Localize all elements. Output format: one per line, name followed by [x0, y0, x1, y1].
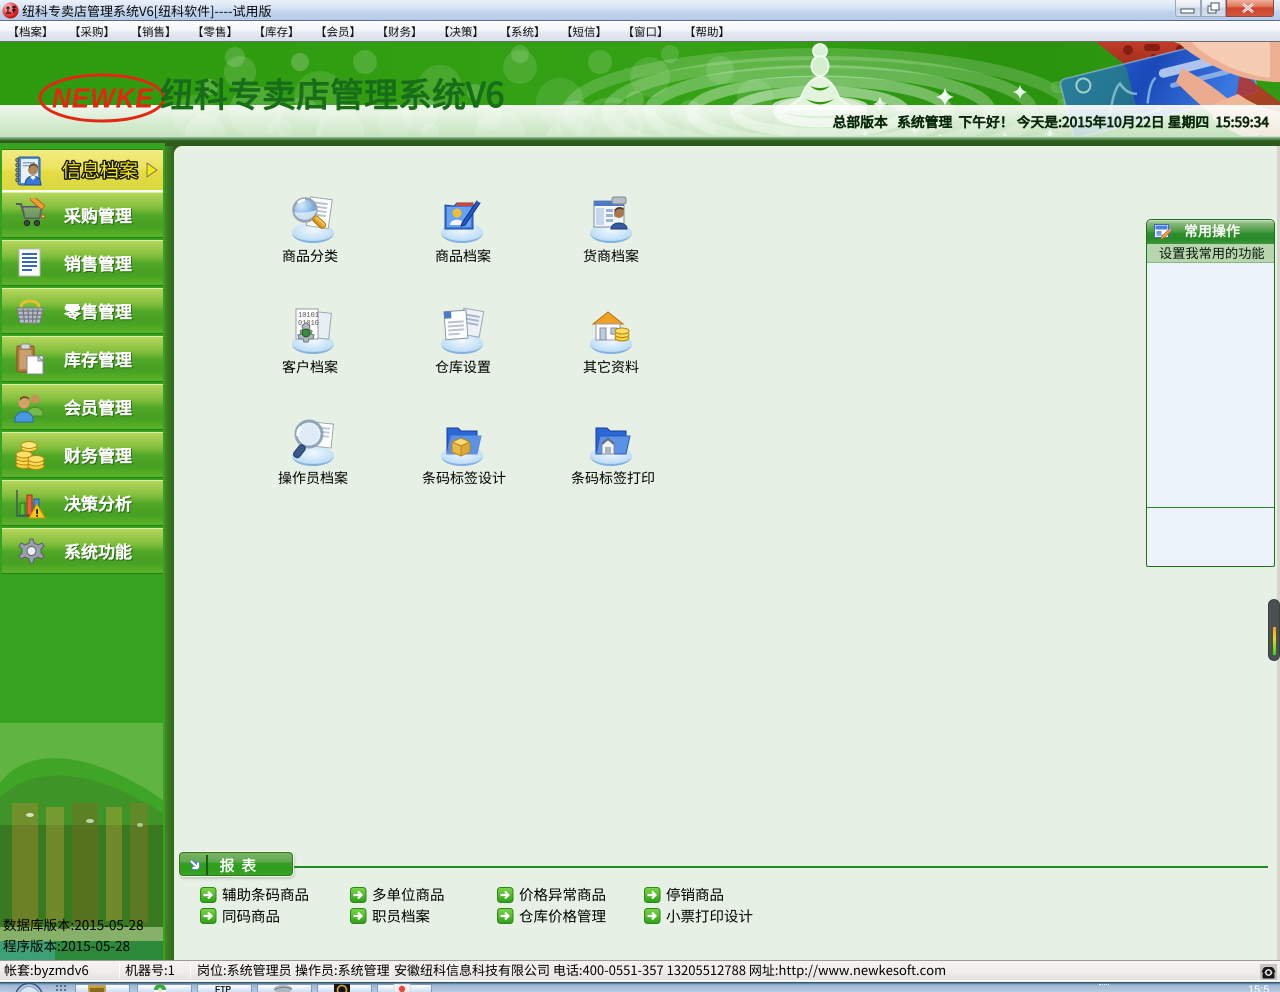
svg-text:10101: 10101	[298, 312, 319, 320]
svg-text:FTP: FTP	[215, 984, 231, 992]
